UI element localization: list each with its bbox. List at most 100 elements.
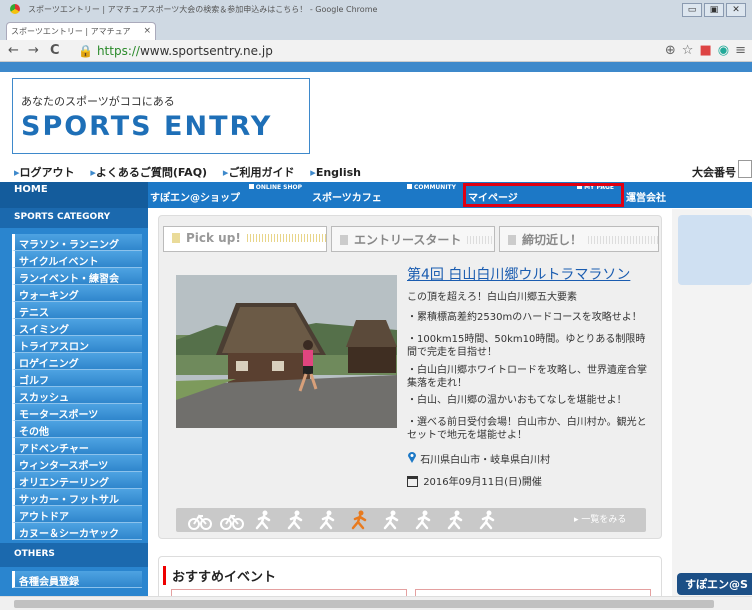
calendar-icon [407, 476, 418, 487]
english-link[interactable]: ▸English [310, 166, 361, 179]
sidebar-item-category[interactable]: ウォーキング [12, 285, 142, 302]
sidebar-item-category[interactable]: マラソン・ランニング [12, 234, 142, 251]
sidebar-item-category[interactable]: アウトドア [12, 506, 142, 523]
faq-link[interactable]: ▸よくあるご質問(FAQ) [90, 166, 207, 179]
extension-eye-icon[interactable]: ◉ [718, 43, 729, 58]
sidebar-item-category[interactable]: アドベンチャー [12, 438, 142, 455]
nav-shop-label: すぽエン@ショップ [150, 193, 240, 204]
event-title-link[interactable]: 第4回 白山白川郷ウルトラマラソン [407, 264, 630, 284]
sidebar-item-category[interactable]: その他 [12, 421, 142, 438]
see-all-link[interactable]: ▸ 一覧をみる [574, 510, 644, 530]
category-list: マラソン・ランニング サイクルイベント ランイベント・練習会 ウォーキング テニス スイミ… [0, 234, 148, 540]
logout-link[interactable]: ▸ログアウト [14, 166, 75, 179]
chrome-icon [10, 4, 20, 14]
right-banner[interactable] [678, 215, 752, 285]
tournament-number-label: 大会番号 [692, 166, 736, 179]
guide-link[interactable]: ▸ご利用ガイド [223, 166, 295, 179]
nav-shop[interactable]: ONLINE SHOP すぽエン@ショップ [150, 182, 308, 208]
scroll-thumb[interactable] [14, 600, 714, 608]
window-controls: ▭ ▣ ✕ [682, 3, 746, 17]
bicycle-icon[interactable] [220, 510, 244, 530]
runner-icon[interactable] [476, 510, 500, 530]
sports-category-heading: SPORTS CATEGORY [0, 208, 148, 228]
sidebar-item-category[interactable]: オリエンテーリング [12, 472, 142, 489]
bicycle-icon[interactable] [188, 510, 212, 530]
sidebar-item-category[interactable]: サッカー・フットサル [12, 489, 142, 506]
runner-icon[interactable] [252, 510, 276, 530]
runner-icon[interactable] [380, 510, 404, 530]
sidebar: SPORTS CATEGORY マラソン・ランニング サイクルイベント ランイベント… [0, 208, 148, 610]
sidebar-item-category[interactable]: モータースポーツ [12, 404, 142, 421]
floating-smartphone-banner[interactable]: すぽエン@S [677, 573, 752, 595]
sidebar-item-category[interactable]: トライアスロン [12, 336, 142, 353]
runner-icon[interactable] [444, 510, 468, 530]
sidebar-item-category[interactable]: ロゲイニング [12, 353, 142, 370]
sidebar-item-category[interactable]: ウィンタースポーツ [12, 455, 142, 472]
event-point: ・白山、白川郷の温かいおもてなしを堪能せよ！ [407, 395, 627, 406]
extension-icon[interactable]: ■ [699, 43, 711, 58]
sidebar-item-category[interactable]: カヌー＆シーカヤック [12, 523, 142, 540]
minimize-button[interactable]: ▭ [682, 3, 702, 17]
menu-icon[interactable]: ≡ [735, 43, 746, 58]
logo-brand: SPORTS ENTRY [21, 111, 273, 142]
runner-icon[interactable] [348, 510, 372, 530]
address-bar[interactable]: 🔒 https://www.sportsentry.ne.jp [78, 42, 738, 60]
bookmark-star-icon[interactable]: ☆ [682, 43, 694, 58]
nav-cafe[interactable]: COMMUNITY スポーツカフェ [312, 182, 462, 208]
back-button[interactable]: ← [8, 43, 19, 58]
sidebar-item-category[interactable]: スイミング [12, 319, 142, 336]
utility-links: ▸ログアウト ▸よくあるご質問(FAQ) ▸ご利用ガイド ▸English [14, 164, 752, 179]
reload-button[interactable]: C [50, 43, 60, 58]
location-pin-icon [408, 452, 416, 463]
tab-pickup[interactable]: Pick up! [163, 226, 327, 252]
event-location-text: 石川県白山市・岐阜県白川村 [420, 455, 551, 466]
nav-home[interactable]: HOME [0, 182, 148, 208]
sidebar-item-member-registration[interactable]: 各種会員登録 [12, 571, 142, 588]
forward-button[interactable]: → [28, 43, 39, 58]
url-scheme: https:// [96, 44, 140, 58]
zoom-icon[interactable]: ⊕ [665, 43, 676, 58]
event-photo[interactable] [176, 275, 397, 428]
event-point: ・選べる前日受付会場！白山市か、白川村か。観光とセットで地元を堪能せよ！ [407, 417, 647, 441]
sidebar-item-category[interactable]: ランイベント・練習会 [12, 268, 142, 285]
event-lead: この頂を超えろ！白山白川郷五大要素 [407, 292, 577, 303]
recommended-title: おすすめイベント [163, 566, 276, 585]
sidebar-item-category[interactable]: サイクルイベント [12, 251, 142, 268]
event-date: 2016年09月11日(日)開催 [407, 476, 655, 489]
browser-titlebar: スポーツエントリー | アマチュアスポーツ大会の検索＆参加申込みはこちら！ - … [0, 0, 752, 40]
event-location: 石川県白山市・岐阜県白川村 [407, 451, 655, 467]
event-point: ・白山白川郷ホワイトロードを攻略し、世界遺産合掌集落を走れ！ [407, 365, 647, 389]
runner-icon[interactable] [316, 510, 340, 530]
event-date-text: 2016年09月11日(日)開催 [423, 477, 542, 488]
lock-icon: 🔒 [78, 44, 93, 58]
event-point: ・累積標高差約2530mのハードコースを攻略せよ！ [407, 312, 642, 323]
nav-company[interactable]: 運営会社 [626, 182, 746, 208]
runner-icon[interactable] [284, 510, 308, 530]
close-window-button[interactable]: ✕ [726, 3, 746, 17]
top-stripe [0, 62, 752, 72]
event-carousel: ▸ 一覧をみる [176, 508, 646, 532]
sidebar-item-category[interactable]: テニス [12, 302, 142, 319]
tab-closing-soon[interactable]: 締切近し！ [499, 226, 659, 252]
event-point: ・100km15時間、50km10時間。ゆとりある制限時間で完走を目指せ！ [407, 334, 646, 358]
pickup-card: Pick up! エントリースタート 締切近し！ 第4回 白山白川郷ウルトラマラ… [158, 215, 662, 539]
others-heading: OTHERS [0, 543, 148, 567]
tournament-number-input[interactable] [738, 160, 752, 178]
sidebar-item-category[interactable]: ゴルフ [12, 370, 142, 387]
maximize-button[interactable]: ▣ [704, 3, 724, 17]
url-host: www.sportsentry.ne.jp [139, 44, 273, 58]
tab-title: スポーツエントリー | アマチュア [11, 27, 131, 36]
browser-tab[interactable]: スポーツエントリー | アマチュア × [6, 22, 156, 40]
site-logo[interactable]: あなたのスポーツがココにある SPORTS ENTRY [12, 78, 310, 154]
mypage-highlight-box [463, 183, 624, 207]
nav-cafe-sub: COMMUNITY [406, 184, 456, 191]
window-title: スポーツエントリー | アマチュアスポーツ大会の検索＆参加申込みはこちら！ - … [28, 5, 378, 14]
tab-entry-start[interactable]: エントリースタート [331, 226, 495, 252]
sidebar-item-category[interactable]: スカッシュ [12, 387, 142, 404]
runner-icon[interactable] [412, 510, 436, 530]
horizontal-scrollbar[interactable] [0, 596, 752, 610]
browser-toolbar: ← → C 🔒 https://www.sportsentry.ne.jp ⊕ ☆… [0, 40, 752, 62]
tab-close-icon[interactable]: × [143, 26, 151, 36]
nav-company-label: 運営会社 [626, 193, 666, 204]
nav-cafe-label: スポーツカフェ [312, 193, 382, 204]
